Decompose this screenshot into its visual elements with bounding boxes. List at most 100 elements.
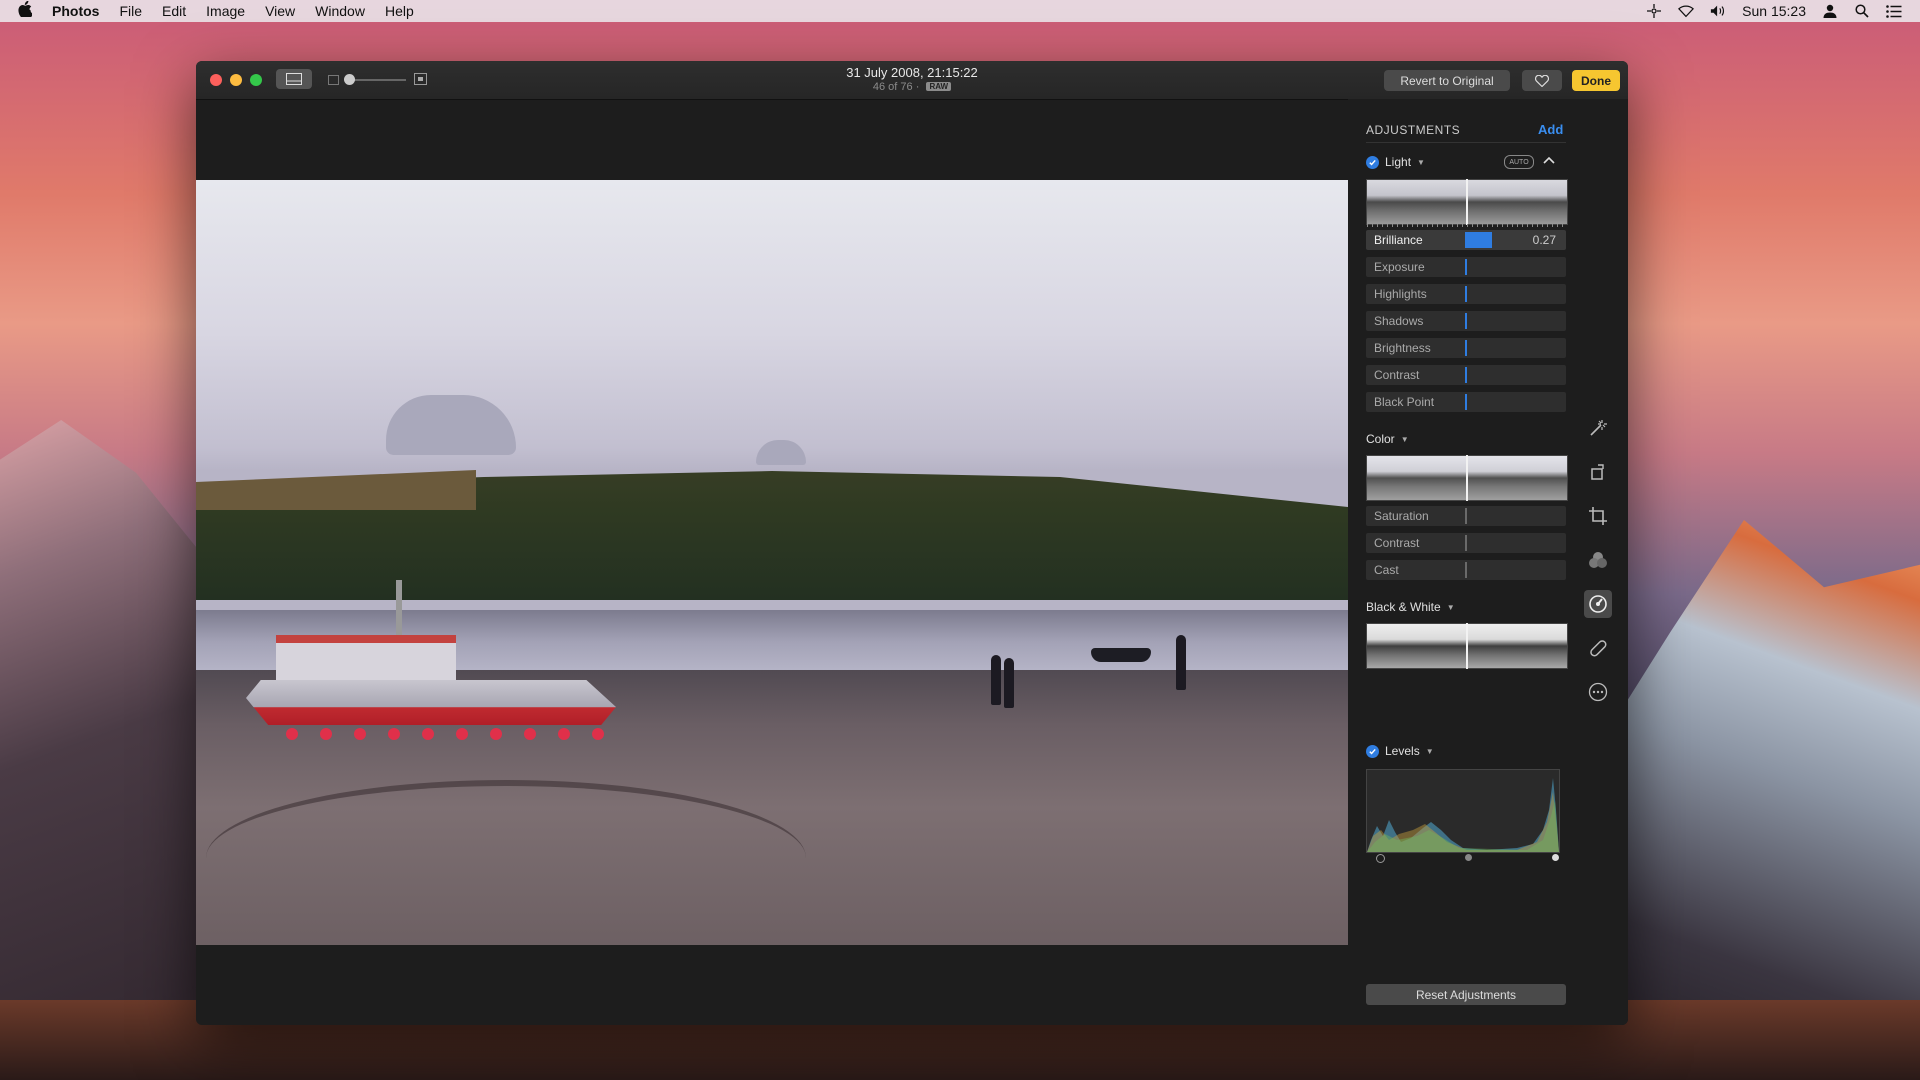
- slider-label: Highlights: [1374, 287, 1427, 301]
- menubar-clock[interactable]: Sun 15:23: [1742, 3, 1806, 19]
- bw-preview-strip[interactable]: [1366, 623, 1568, 669]
- spotlight-search-icon[interactable]: [1854, 4, 1870, 18]
- menu-image[interactable]: Image: [206, 3, 245, 19]
- slider-label: Contrast: [1374, 368, 1420, 382]
- levels-enabled-checkmark-icon[interactable]: [1366, 744, 1379, 758]
- chevron-down-icon[interactable]: ▼: [1426, 747, 1434, 756]
- menu-edit[interactable]: Edit: [162, 3, 186, 19]
- color-preview-strip[interactable]: [1366, 455, 1568, 501]
- menu-window[interactable]: Window: [315, 3, 365, 19]
- slider-saturation[interactable]: Saturation: [1366, 506, 1566, 526]
- slider-brilliance[interactable]: Brilliance 0.27: [1366, 230, 1566, 250]
- photo-cloud-small: [756, 440, 806, 465]
- photo-canvas[interactable]: [196, 180, 1348, 945]
- more-options-icon[interactable]: [1584, 678, 1612, 706]
- levels-mid-handle[interactable]: [1465, 854, 1472, 861]
- volume-icon[interactable]: [1710, 4, 1726, 18]
- user-icon[interactable]: [1822, 4, 1838, 18]
- slider-value: 0.27: [1532, 233, 1556, 247]
- slider-neutral-mark: [1465, 286, 1467, 302]
- panel-divider: [1366, 142, 1566, 143]
- photo-boat-fenders: [286, 728, 604, 740]
- mountain-right: [1600, 520, 1920, 1080]
- enhance-magic-wand-icon[interactable]: [1584, 414, 1612, 442]
- filters-icon[interactable]: [1584, 546, 1612, 574]
- wifi-icon[interactable]: [1678, 4, 1695, 18]
- photo-person: [991, 655, 1001, 705]
- photo-count: 46 of 76: [872, 81, 913, 93]
- slider-color-contrast[interactable]: Contrast: [1366, 533, 1566, 553]
- slider-neutral-mark: [1465, 508, 1467, 524]
- photos-window: 31 July 2008, 21:15:22 46 of 76 · RAW Re…: [196, 61, 1628, 1025]
- slider-contrast[interactable]: Contrast: [1366, 365, 1566, 385]
- menu-bar: Photos File Edit Image View Window Help …: [0, 0, 1920, 22]
- slider-neutral-mark: [1465, 313, 1467, 329]
- chevron-down-icon[interactable]: ▼: [1417, 158, 1425, 167]
- slider-exposure[interactable]: Exposure: [1366, 257, 1566, 277]
- bw-section-header[interactable]: Black & White ▼: [1366, 600, 1455, 614]
- apple-menu-icon[interactable]: [18, 0, 38, 21]
- light-enabled-checkmark-icon[interactable]: [1366, 155, 1379, 169]
- chevron-down-icon[interactable]: ▼: [1401, 435, 1409, 444]
- slider-label: Shadows: [1374, 314, 1424, 328]
- menu-help[interactable]: Help: [385, 3, 414, 19]
- levels-handles: [1366, 854, 1560, 866]
- menu-file[interactable]: File: [119, 3, 142, 19]
- slider-brightness[interactable]: Brightness: [1366, 338, 1566, 358]
- subtitle-separator: ·: [915, 81, 920, 93]
- revert-to-original-button[interactable]: Revert to Original: [1384, 70, 1510, 91]
- menu-view[interactable]: View: [265, 3, 295, 19]
- slider-black-point[interactable]: Black Point: [1366, 392, 1566, 412]
- accessibility-icon[interactable]: [1646, 4, 1662, 18]
- levels-white-handle[interactable]: [1552, 854, 1559, 861]
- slider-shadows[interactable]: Shadows: [1366, 311, 1566, 331]
- slider-neutral-mark: [1465, 394, 1467, 410]
- preview-strip-handle[interactable]: [1466, 179, 1468, 225]
- photo-person: [1004, 658, 1014, 708]
- light-auto-button[interactable]: AUTO: [1504, 155, 1534, 169]
- chevron-down-icon[interactable]: ▼: [1447, 603, 1455, 612]
- light-section-header[interactable]: Light ▼: [1366, 155, 1425, 169]
- slider-neutral-mark: [1465, 340, 1467, 356]
- favorite-button[interactable]: [1522, 70, 1562, 91]
- levels-section-header[interactable]: Levels ▼: [1366, 744, 1434, 758]
- slider-label: Saturation: [1374, 509, 1429, 523]
- crop-icon[interactable]: [1584, 502, 1612, 530]
- light-section-title: Light: [1385, 155, 1412, 169]
- light-preview-strip[interactable]: [1366, 179, 1568, 227]
- color-section-header[interactable]: Color ▼: [1366, 432, 1409, 446]
- rotate-icon[interactable]: [1584, 458, 1612, 486]
- photo-boat-mast: [396, 580, 402, 640]
- bw-section-title: Black & White: [1366, 600, 1441, 614]
- slider-neutral-mark: [1465, 535, 1467, 551]
- notification-center-icon[interactable]: [1886, 4, 1902, 18]
- preview-strip-handle[interactable]: [1466, 455, 1468, 501]
- reset-adjustments-button[interactable]: Reset Adjustments: [1366, 984, 1566, 1005]
- heart-icon: [1535, 74, 1549, 87]
- levels-section-title: Levels: [1385, 744, 1420, 758]
- slider-label: Black Point: [1374, 395, 1435, 409]
- photo-cloud: [386, 395, 516, 455]
- done-button[interactable]: Done: [1572, 70, 1620, 91]
- photo-person: [1176, 635, 1186, 690]
- adjustments-header: ADJUSTMENTS: [1366, 123, 1461, 137]
- preview-strip-handle[interactable]: [1466, 623, 1468, 669]
- levels-black-handle[interactable]: [1376, 854, 1385, 863]
- slider-label: Contrast: [1374, 536, 1420, 550]
- retouch-bandage-icon[interactable]: [1584, 634, 1612, 662]
- adjust-dial-icon[interactable]: [1584, 590, 1612, 618]
- photo-boat-hull: [246, 680, 616, 725]
- slider-label: Cast: [1374, 563, 1399, 577]
- menu-app-name[interactable]: Photos: [52, 3, 99, 19]
- slider-highlights[interactable]: Highlights: [1366, 284, 1566, 304]
- add-adjustment-button[interactable]: Add: [1538, 122, 1563, 137]
- chevron-up-icon[interactable]: [1541, 153, 1557, 167]
- slider-label: Exposure: [1374, 260, 1425, 274]
- levels-histogram[interactable]: [1366, 769, 1560, 853]
- slider-fill: [1465, 232, 1492, 248]
- histogram-graph: [1367, 778, 1559, 852]
- color-section-title: Color: [1366, 432, 1395, 446]
- slider-cast[interactable]: Cast: [1366, 560, 1566, 580]
- raw-badge: RAW: [926, 82, 952, 91]
- slider-label: Brightness: [1374, 341, 1431, 355]
